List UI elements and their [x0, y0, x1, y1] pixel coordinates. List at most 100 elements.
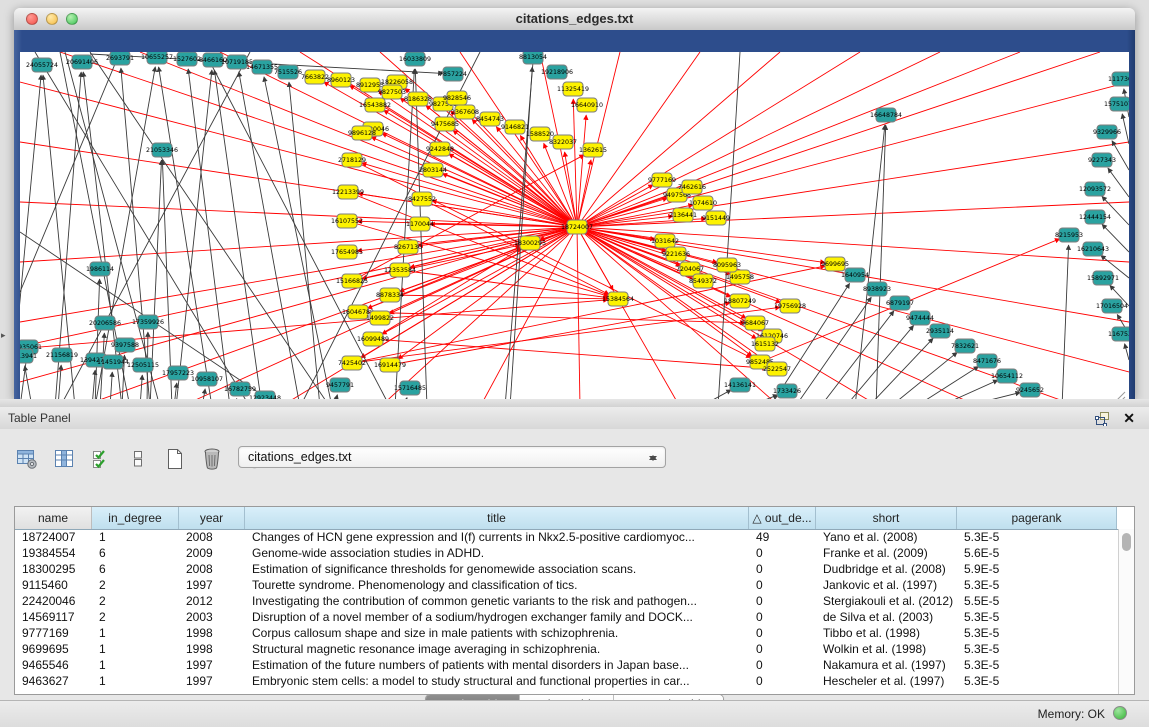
scrollbar-thumb[interactable]: [1122, 533, 1131, 551]
network-node[interactable]: 2522547: [763, 362, 791, 376]
network-node[interactable]: 9242848: [426, 142, 454, 156]
window-titlebar[interactable]: citations_edges.txt: [14, 8, 1135, 31]
column-header-in-degree[interactable]: in_degree: [92, 507, 179, 529]
network-node[interactable]: 8095963: [713, 258, 741, 272]
network-node[interactable]: 21156819: [46, 348, 78, 362]
network-node[interactable]: 9329966: [1093, 125, 1121, 139]
network-node[interactable]: 1167534: [1108, 327, 1129, 341]
table-row[interactable]: 1456911722003Disruption of a novel membe…: [15, 609, 1119, 625]
network-node[interactable]: 8427552: [408, 192, 436, 206]
network-node[interactable]: 12505115: [127, 358, 159, 372]
network-node[interactable]: 12353584: [384, 263, 416, 277]
column-header-out-degree[interactable]: △ out_de...: [749, 507, 816, 529]
network-node[interactable]: 24055724: [26, 58, 58, 72]
network-node[interactable]: 16914479: [374, 358, 406, 372]
network-node[interactable]: 8471676: [973, 354, 1001, 368]
column-header-short[interactable]: short: [816, 507, 957, 529]
network-node[interactable]: 1527602: [173, 52, 201, 66]
network-node[interactable]: 1117304: [1108, 72, 1129, 86]
network-node[interactable]: 20206586: [89, 316, 121, 330]
network-node[interactable]: 7515526: [274, 65, 302, 79]
network-node[interactable]: 12093572: [1079, 182, 1111, 196]
network-canvas[interactable]: 1872400776638228960123891295518226058982…: [20, 52, 1129, 407]
column-header-name[interactable]: name: [15, 507, 92, 529]
table-row[interactable]: 946362711997Embryonic stem cells: a mode…: [15, 673, 1119, 689]
network-node[interactable]: 15166825: [336, 274, 368, 288]
column-header-pagerank[interactable]: pagerank: [957, 507, 1117, 529]
hidden-panel-arrow[interactable]: ▸: [1, 330, 6, 341]
network-node[interactable]: 9227343: [1088, 153, 1116, 167]
table-scrollbar[interactable]: [1118, 529, 1134, 694]
column-header-title[interactable]: title: [245, 507, 749, 529]
network-node[interactable]: 9474444: [906, 311, 934, 325]
network-node[interactable]: 2693791: [106, 52, 134, 65]
network-node[interactable]: 9245652: [1016, 383, 1044, 397]
network-node[interactable]: 14136141: [724, 378, 756, 392]
network-node[interactable]: 7462616: [678, 180, 706, 194]
table-row[interactable]: 2242004622012Investigating the contribut…: [15, 593, 1119, 609]
network-node[interactable]: 2718129: [338, 153, 366, 167]
table-selector-dropdown[interactable]: citations_edges.txt: [238, 446, 666, 468]
network-node[interactable]: 1986114: [86, 262, 114, 276]
network-node[interactable]: 1733426: [773, 384, 801, 398]
panel-splitter[interactable]: [0, 399, 1149, 407]
table-row[interactable]: 969969511998Structural magnetic resonanc…: [15, 641, 1119, 657]
network-node[interactable]: 11325419: [557, 82, 589, 96]
close-panel-icon[interactable]: ✕: [1123, 409, 1135, 427]
network-node[interactable]: 2935114: [926, 324, 954, 338]
network-node[interactable]: 2803144: [419, 163, 447, 177]
network-node[interactable]: 8454743: [476, 112, 504, 126]
network-node[interactable]: 6879197: [886, 296, 914, 310]
table-row[interactable]: 946554611997Estimation of the future num…: [15, 657, 1119, 673]
network-node[interactable]: 8813054: [519, 52, 547, 64]
network-node[interactable]: 9151449: [702, 211, 730, 225]
network-node[interactable]: 15751074: [1104, 97, 1129, 111]
network-node[interactable]: 2367608: [451, 105, 479, 119]
network-node[interactable]: 7425402: [338, 356, 366, 370]
select-all-rows-icon[interactable]: [88, 446, 114, 472]
network-node[interactable]: 10655257: [141, 52, 173, 64]
network-node[interactable]: 8267130: [394, 240, 422, 254]
network-node[interactable]: 9828546: [443, 91, 471, 105]
network-node[interactable]: 1031642: [651, 234, 679, 248]
network-node[interactable]: 16640910: [571, 98, 603, 112]
row-selector-icon[interactable]: [125, 446, 151, 472]
memory-ok-light[interactable]: [1113, 706, 1127, 720]
table-row[interactable]: 977716911998Corpus callosum shape and si…: [15, 625, 1119, 641]
network-node[interactable]: 1499822: [366, 311, 394, 325]
network-node[interactable]: 1640954: [841, 268, 869, 282]
network-node[interactable]: 9475685: [431, 117, 459, 131]
table-row[interactable]: 1872400712008Changes of HCN gene express…: [15, 529, 1119, 545]
network-node[interactable]: 8322037: [549, 135, 577, 149]
network-node[interactable]: 8938923: [863, 282, 891, 296]
table-row[interactable]: 911546021997Tourette syndrome. Phenomeno…: [15, 577, 1119, 593]
network-node[interactable]: 8215953: [1055, 228, 1083, 242]
network-node[interactable]: 16033809: [399, 52, 431, 66]
network-node[interactable]: 1615132: [751, 337, 779, 351]
network-node[interactable]: 2136441: [669, 208, 697, 222]
network-node[interactable]: 9146821: [501, 120, 529, 134]
network-node[interactable]: 15716485: [394, 381, 426, 395]
network-node[interactable]: 10958107: [191, 372, 223, 386]
network-node[interactable]: 8186328: [404, 92, 432, 106]
network-node[interactable]: 17957223: [162, 366, 194, 380]
network-node[interactable]: 19218906: [541, 65, 573, 79]
network-node[interactable]: 15892971: [1087, 271, 1119, 285]
network-node[interactable]: 8549372: [689, 274, 717, 288]
network-node[interactable]: 9397588: [111, 338, 139, 352]
network-node[interactable]: 1362615: [579, 143, 607, 157]
network-node[interactable]: 21053346: [146, 143, 178, 157]
new-column-icon[interactable]: [162, 446, 188, 472]
network-node[interactable]: 1074610: [689, 196, 717, 210]
delete-column-icon[interactable]: [199, 446, 225, 472]
network-node[interactable]: 9896128: [348, 126, 376, 140]
float-panel-icon[interactable]: [1095, 411, 1111, 426]
table-mode-icon[interactable]: [14, 446, 40, 472]
network-node[interactable]: 12444154: [1079, 210, 1111, 224]
network-node[interactable]: 9827503: [378, 85, 406, 99]
network-node[interactable]: 9699695: [821, 257, 849, 271]
column-header-year[interactable]: year: [179, 507, 245, 529]
network-node[interactable]: 7663822: [301, 70, 329, 84]
table-row[interactable]: 1830029562008Estimation of significance …: [15, 561, 1119, 577]
network-node[interactable]: 19756928: [774, 299, 806, 313]
